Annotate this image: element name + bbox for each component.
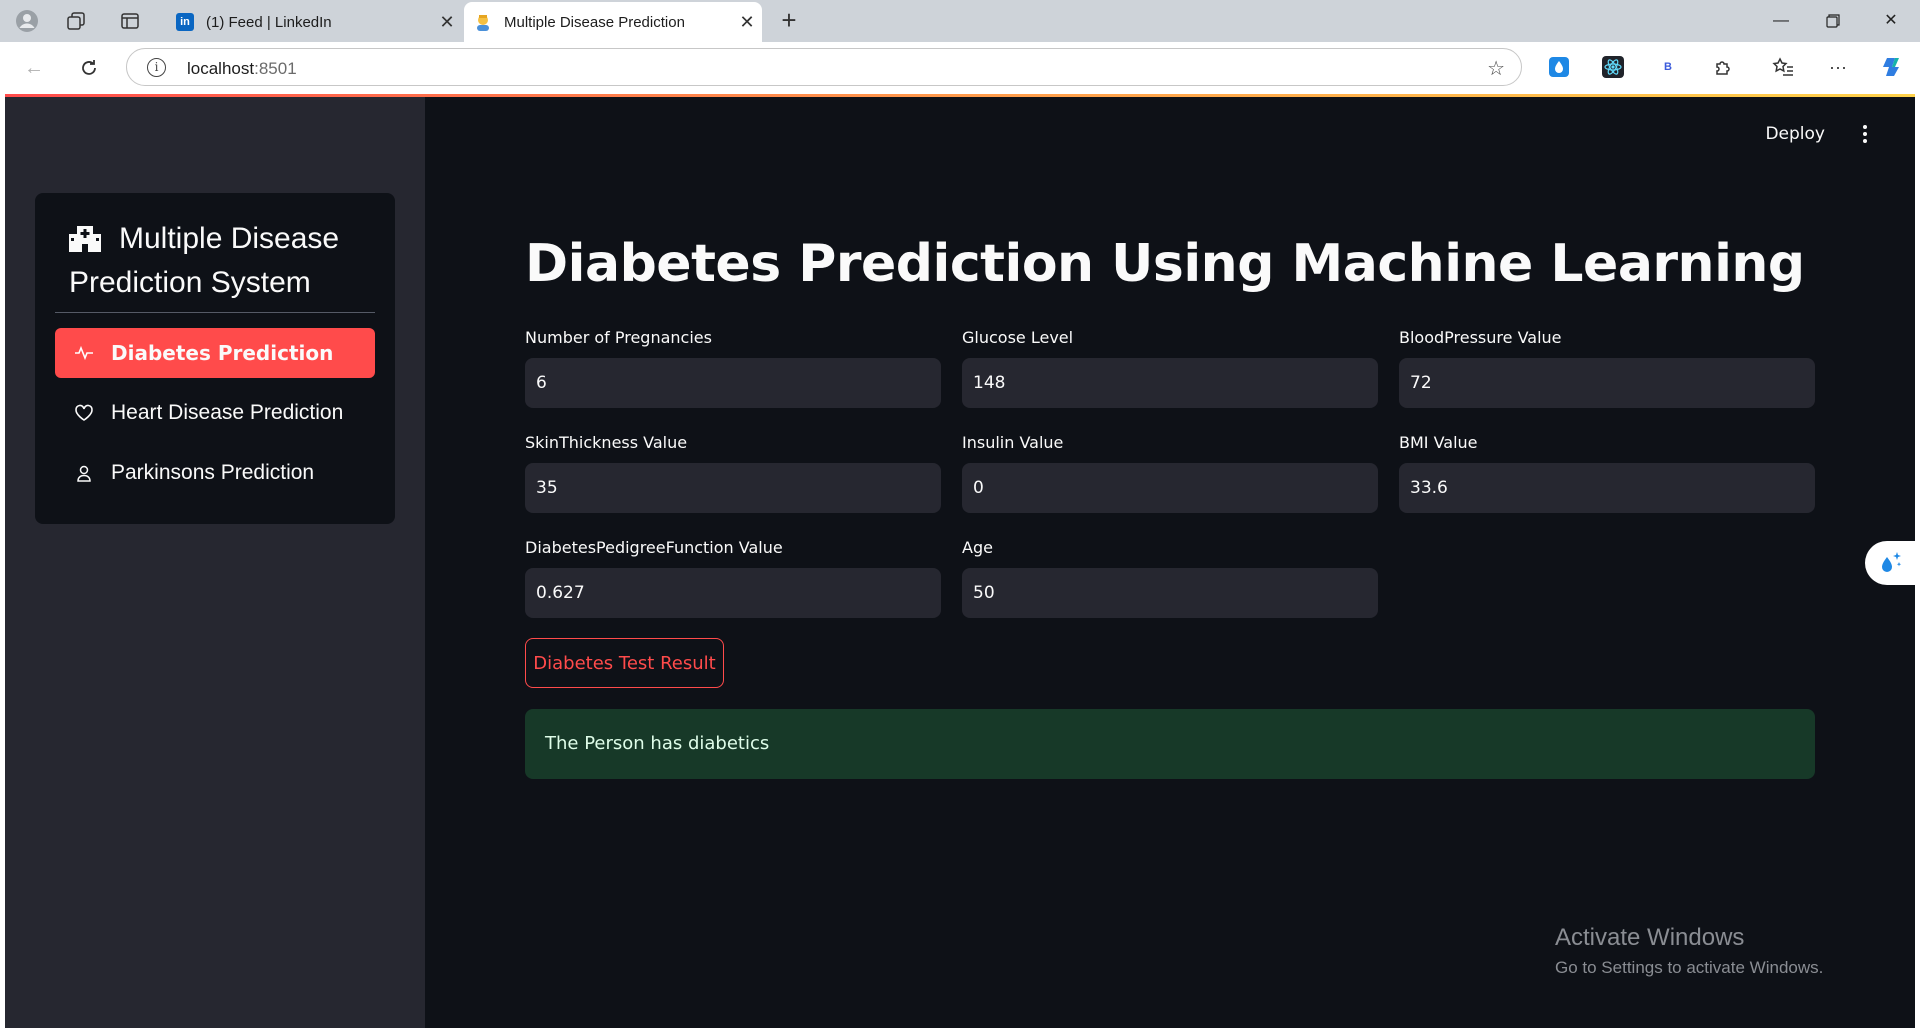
workspaces-icon[interactable] <box>64 9 88 33</box>
skin-thickness-field: SkinThickness Value <box>525 433 941 513</box>
watermark-subtitle: Go to Settings to activate Windows. <box>1555 958 1824 977</box>
pedigree-function-field: DiabetesPedigreeFunction Value <box>525 538 941 618</box>
watermark-title: Activate Windows <box>1555 924 1745 951</box>
sparkle-assistant-icon[interactable] <box>1865 541 1915 585</box>
age-field: Age <box>962 538 1378 618</box>
insulin-field: Insulin Value <box>962 433 1378 513</box>
more-options-icon[interactable]: ··· <box>1825 54 1851 80</box>
app-viewport: Multiple Disease Prediction System Diabe… <box>5 94 1915 1028</box>
menu-divider <box>55 312 375 313</box>
address-toolbar: ← i localhost:8501 ☆ B ··· <box>0 42 1920 94</box>
sidebar-item-diabetes-prediction[interactable]: Diabetes Prediction <box>55 328 375 378</box>
url-text: localhost:8501 <box>187 59 297 78</box>
pregnancies-field: Number of Pregnancies <box>525 328 941 408</box>
field-label: BMI Value <box>1399 433 1478 452</box>
field-label: Glucose Level <box>962 328 1074 347</box>
diabetes-test-result-button[interactable]: Diabetes Test Result <box>525 638 724 688</box>
page-title: Diabetes Prediction Using Machine Learni… <box>525 234 1805 294</box>
back-arrow-icon[interactable]: ← <box>20 54 48 82</box>
minimize-icon[interactable]: — <box>1766 8 1796 34</box>
refresh-icon[interactable] <box>75 54 103 82</box>
field-label: Insulin Value <box>962 433 1064 452</box>
site-info-icon[interactable]: i <box>147 58 166 77</box>
favorites-list-icon[interactable] <box>1770 54 1796 80</box>
skin-thickness-input[interactable] <box>525 463 941 513</box>
tab-title: (1) Feed | LinkedIn <box>206 13 332 31</box>
person-emoji-icon <box>474 13 492 31</box>
person-icon <box>73 462 95 484</box>
field-label: Age <box>962 538 993 557</box>
bmi-input[interactable] <box>1399 463 1815 513</box>
tab-multiple-disease-prediction[interactable]: Multiple Disease Prediction ✕ <box>464 2 762 42</box>
close-tab-icon[interactable]: ✕ <box>732 12 762 33</box>
menu-title: Multiple Disease Prediction System <box>69 221 340 299</box>
field-label: BloodPressure Value <box>1399 328 1562 347</box>
main-menu-icon[interactable] <box>1855 122 1875 146</box>
url-bar[interactable]: i localhost:8501 ☆ <box>126 48 1522 86</box>
pregnancies-input[interactable] <box>525 358 941 408</box>
sidebar: Multiple Disease Prediction System Diabe… <box>5 97 425 1028</box>
result-success-alert: The Person has diabetics <box>525 709 1815 779</box>
result-text: The Person has diabetics <box>545 733 770 754</box>
profile-icon[interactable] <box>15 9 39 33</box>
tab-linkedin[interactable]: in (1) Feed | LinkedIn ✕ <box>166 2 462 42</box>
b-extension-icon[interactable]: B <box>1655 54 1681 80</box>
hospital-icon <box>69 221 101 252</box>
restore-icon[interactable] <box>1818 8 1848 34</box>
deploy-button[interactable]: Deploy <box>1765 124 1825 144</box>
extensions-puzzle-icon[interactable] <box>1710 54 1736 80</box>
option-menu: Multiple Disease Prediction System Diabe… <box>35 193 395 524</box>
linkedin-icon: in <box>176 13 194 31</box>
close-tab-icon[interactable]: ✕ <box>432 12 462 33</box>
pedigree-function-input[interactable] <box>525 568 941 618</box>
bmi-field: BMI Value <box>1399 433 1815 513</box>
field-label: Number of Pregnancies <box>525 328 712 347</box>
activity-icon <box>73 342 95 364</box>
windows-activation-watermark: Activate Windows Go to Settings to activ… <box>1555 924 1823 978</box>
field-label: DiabetesPedigreeFunction Value <box>525 538 783 557</box>
sidebar-item-label: Diabetes Prediction <box>111 341 334 365</box>
age-input[interactable] <box>962 568 1378 618</box>
field-label: SkinThickness Value <box>525 433 688 452</box>
drop-extension-icon[interactable] <box>1546 54 1572 80</box>
blood-pressure-input[interactable] <box>1399 358 1815 408</box>
favorite-star-icon[interactable]: ☆ <box>1487 56 1505 81</box>
insulin-input[interactable] <box>962 463 1378 513</box>
sidebar-item-parkinsons-prediction[interactable]: Parkinsons Prediction <box>55 448 375 498</box>
glucose-field: Glucose Level <box>962 328 1378 408</box>
react-devtools-icon[interactable] <box>1600 54 1626 80</box>
copilot-icon[interactable] <box>1880 54 1906 80</box>
glucose-input[interactable] <box>962 358 1378 408</box>
browser-tab-strip: in (1) Feed | LinkedIn ✕ Multiple Diseas… <box>0 0 1920 42</box>
vertical-tabs-icon[interactable] <box>118 9 142 33</box>
sidebar-item-label: Parkinsons Prediction <box>111 461 315 484</box>
heart-icon <box>73 402 95 424</box>
sidebar-item-heart-disease-prediction[interactable]: Heart Disease Prediction <box>55 388 375 438</box>
new-tab-button[interactable]: + <box>776 7 802 34</box>
blood-pressure-field: BloodPressure Value <box>1399 328 1815 408</box>
sidebar-item-label: Heart Disease Prediction <box>111 401 344 424</box>
close-window-icon[interactable]: ✕ <box>1876 8 1906 34</box>
tab-title: Multiple Disease Prediction <box>504 13 685 31</box>
